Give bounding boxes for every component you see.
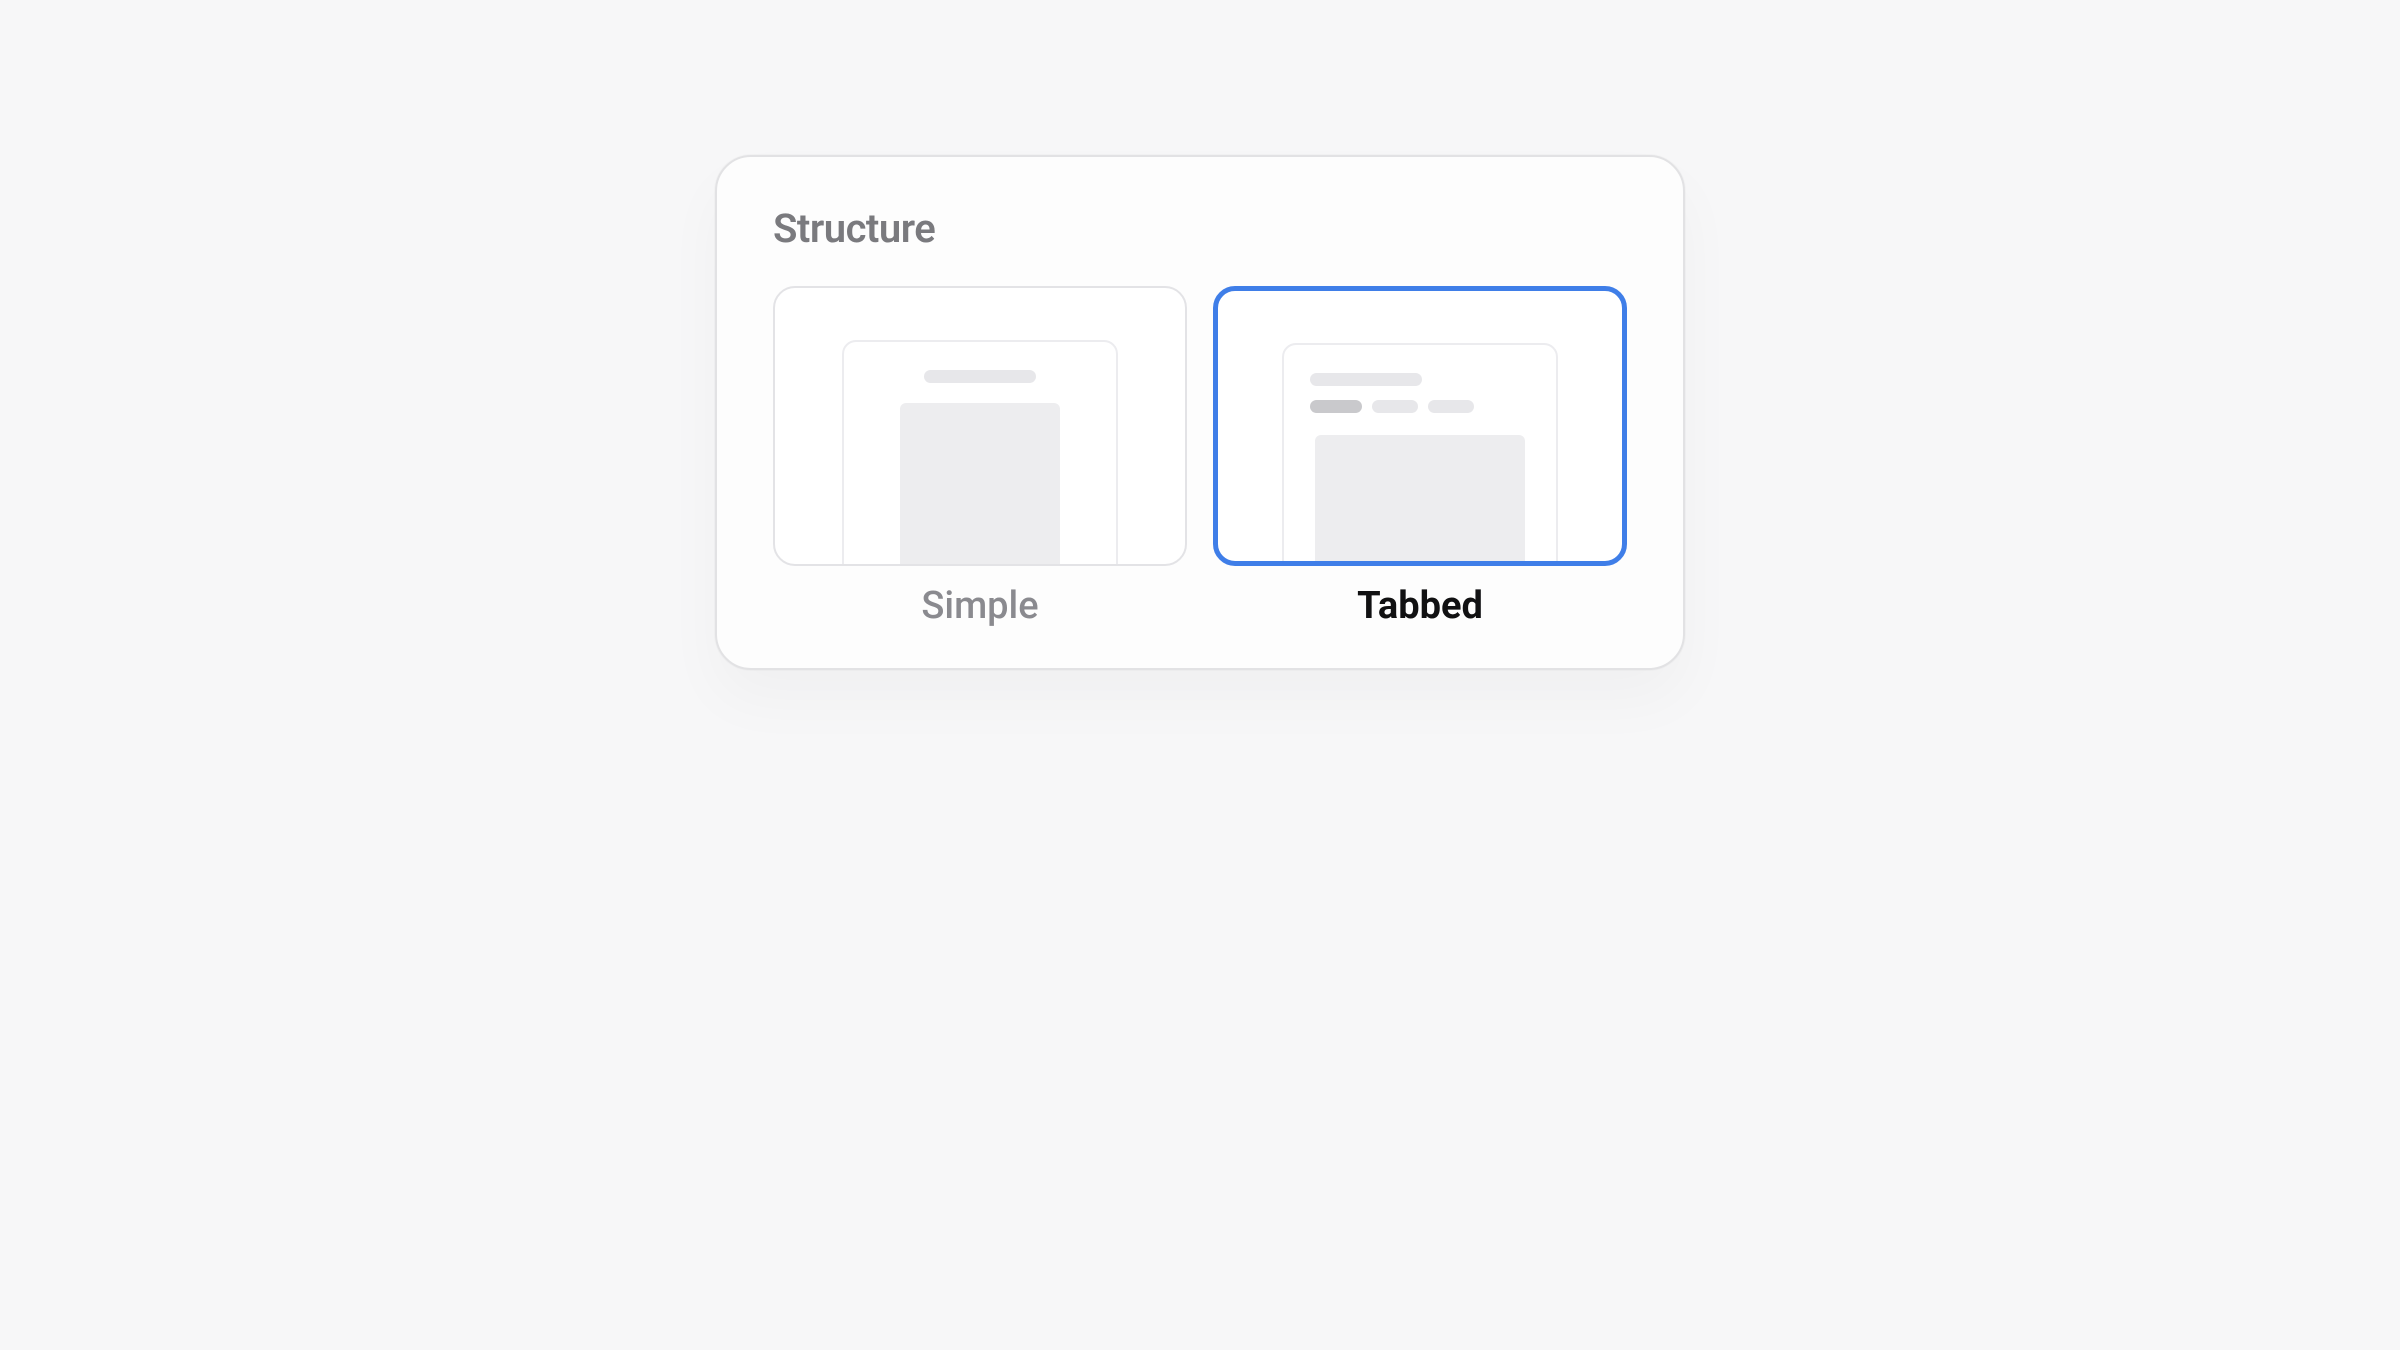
mock-content-placeholder	[1315, 435, 1525, 566]
mock-title-placeholder	[924, 370, 1036, 383]
structure-option-tabbed[interactable]: Tabbed	[1213, 286, 1627, 628]
mock-tab-placeholder	[1372, 400, 1418, 413]
structure-options: Simple Tabbed	[773, 286, 1627, 628]
mock-page-tabbed-icon	[1282, 343, 1558, 566]
mock-tab-placeholder	[1428, 400, 1474, 413]
structure-thumbnail-tabbed	[1213, 286, 1627, 566]
mock-tab-active-placeholder	[1310, 400, 1362, 413]
mock-title-placeholder	[1310, 373, 1422, 386]
mock-content-placeholder	[900, 403, 1060, 566]
mock-tabs-placeholder	[1310, 400, 1474, 413]
structure-picker-panel: Structure Simple	[715, 155, 1685, 670]
structure-option-simple-label: Simple	[921, 584, 1038, 628]
mock-page-simple-icon	[842, 340, 1118, 566]
structure-thumbnail-simple	[773, 286, 1187, 566]
structure-option-tabbed-label: Tabbed	[1357, 584, 1483, 628]
structure-picker-title: Structure	[773, 205, 1627, 252]
structure-option-simple[interactable]: Simple	[773, 286, 1187, 628]
